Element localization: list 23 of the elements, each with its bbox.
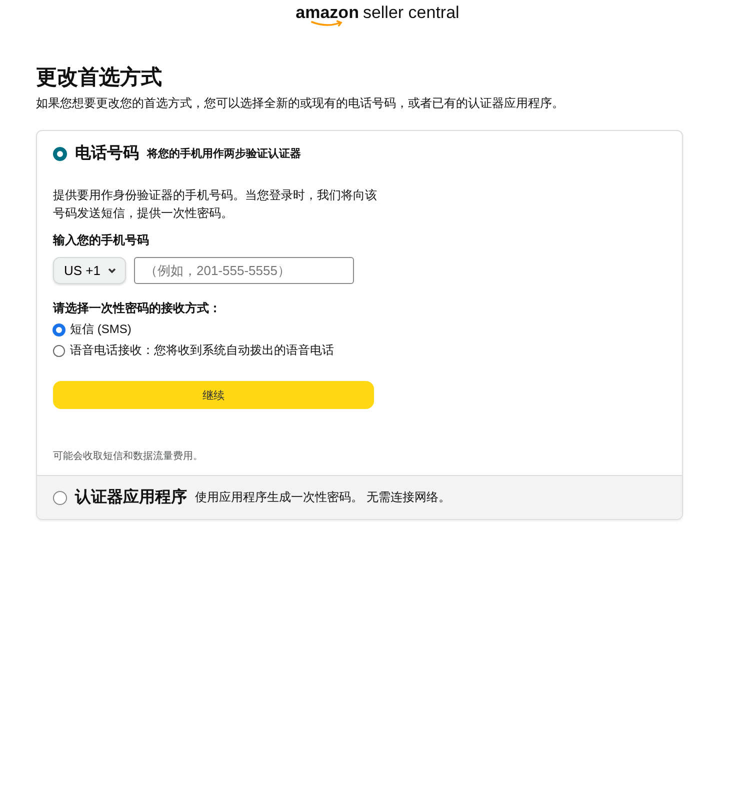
page-subtitle: 如果您想要更改您的首选方式，您可以选择全新的或现有的电话号码，或者已有的认证器应用程序。 [36,95,565,112]
method-title: 电话号码 [75,144,139,164]
radio-button[interactable] [53,146,67,160]
radio-button[interactable] [53,324,65,336]
method-subtitle: 使用应用程序生成一次性密码。 无需连接网络。 [195,489,450,506]
chevron-down-icon [106,266,116,274]
radio-button[interactable] [53,490,67,504]
radio-button[interactable] [53,344,65,356]
phone-label: 输入您的手机号码 [53,232,150,249]
phone-input[interactable]: （例如，201-555-5555） [134,257,354,284]
method-title: 认证器应用程序 [75,487,187,508]
radio-label: 语音电话接收：您将收到系统自动拨出的语音电话 [70,342,334,359]
method-subtitle: 将您的手机用作两步验证认证器 [147,146,301,161]
fee-note: 可能会收取短信和数据流量费用。 [53,450,204,463]
continue-button[interactable]: 继续 [53,381,374,409]
logo-product: seller central [362,3,460,23]
logo-brand: amazon [296,3,359,23]
page-title: 更改首选方式 [36,64,163,91]
smile-arrow-icon [309,20,346,27]
radio-label: 短信 (SMS) [70,321,132,338]
otp-method-label: 请选择一次性密码的接收方式： [53,300,222,317]
country-code-dropdown[interactable]: US +1 [53,257,126,284]
description-text: 提供要用作身份验证器的手机号码。当您登录时，我们将向该号码发送短信，提供一次性密码。 [53,187,378,222]
